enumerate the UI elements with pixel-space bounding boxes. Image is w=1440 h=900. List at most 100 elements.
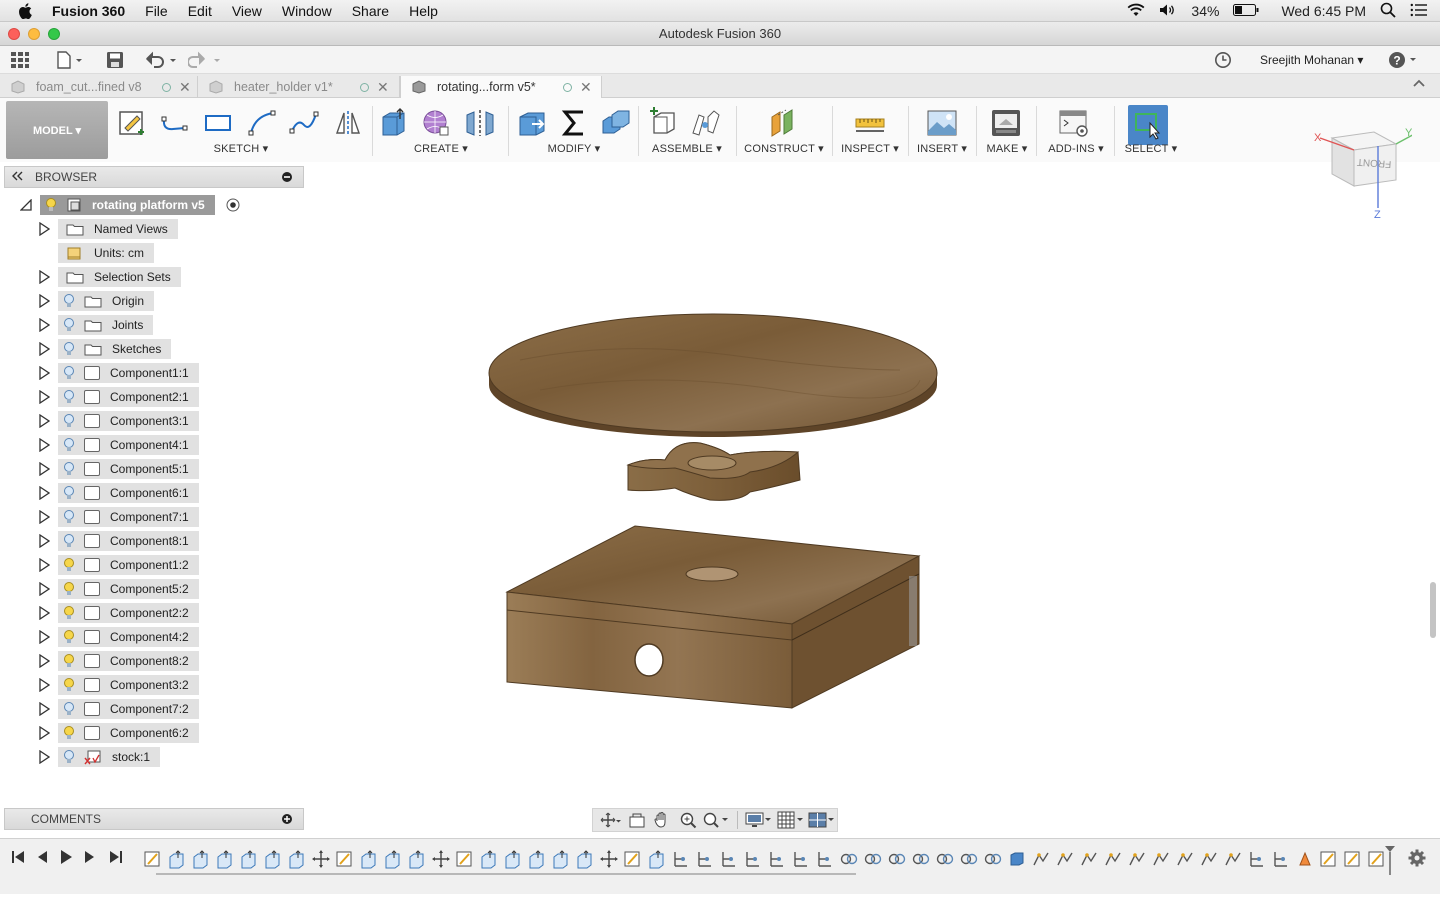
timeline-step-forward-icon[interactable] <box>82 849 98 865</box>
menu-edit[interactable]: Edit <box>188 3 212 19</box>
close-tab-icon[interactable]: ✕ <box>580 79 592 96</box>
browser-panel-header[interactable]: BROWSER <box>4 166 304 188</box>
motion-link-feature-icon[interactable] <box>1078 849 1100 869</box>
collapse-browser-icon[interactable] <box>11 170 23 184</box>
component-feature-icon[interactable] <box>1006 849 1028 869</box>
browser-node[interactable]: Component2:2 <box>58 603 199 623</box>
timeline-go-to-start-icon[interactable] <box>10 849 26 865</box>
construct-menu[interactable]: CONSTRUCT ▾ <box>740 142 828 155</box>
as-built-joint-feature-icon[interactable] <box>1294 849 1316 869</box>
pan-hand-icon[interactable] <box>650 810 674 830</box>
expand-triangle-icon[interactable] <box>38 438 50 452</box>
lightbulb-on-icon[interactable] <box>62 581 76 597</box>
grid-snap-icon[interactable] <box>776 810 806 830</box>
rigid-group-feature-icon[interactable] <box>886 849 908 869</box>
lightbulb-icon[interactable] <box>62 293 76 309</box>
rigid-group-feature-icon[interactable] <box>862 849 884 869</box>
motion-link-feature-icon[interactable] <box>1174 849 1196 869</box>
browser-node[interactable]: Component6:2 <box>58 723 199 743</box>
create-menu[interactable]: CREATE ▾ <box>376 142 506 155</box>
browser-node[interactable]: Component5:2 <box>58 579 199 599</box>
sketch-feature-icon[interactable] <box>454 849 476 869</box>
add-comment-icon[interactable] <box>281 813 293 828</box>
rigid-group-feature-icon[interactable] <box>838 849 860 869</box>
collapse-toolbar-chevron-icon[interactable] <box>1412 77 1426 92</box>
apple-icon[interactable] <box>18 1 38 21</box>
zoom-icon[interactable] <box>676 810 700 830</box>
modify-menu[interactable]: MODIFY ▾ <box>512 142 636 155</box>
insert-menu[interactable]: INSERT ▾ <box>912 142 972 155</box>
viewport-model[interactable] <box>480 300 960 720</box>
sketch-feature-icon[interactable] <box>1342 849 1364 869</box>
rigid-group-feature-icon[interactable] <box>958 849 980 869</box>
lightbulb-icon[interactable] <box>62 485 76 501</box>
extrude-feature-icon[interactable] <box>382 849 404 869</box>
browser-node[interactable]: Named Views <box>58 219 178 239</box>
fit-zoom-icon[interactable] <box>702 810 732 830</box>
lightbulb-on-icon[interactable] <box>62 653 76 669</box>
expand-triangle-icon[interactable] <box>38 630 50 644</box>
extrude-feature-icon[interactable] <box>238 849 260 869</box>
viewports-icon[interactable] <box>807 810 837 830</box>
expanded-triangle-icon[interactable] <box>20 199 32 211</box>
comments-panel-header[interactable]: COMMENTS <box>4 808 304 830</box>
joint-feature-icon[interactable] <box>1246 849 1268 869</box>
lightbulb-on-icon[interactable] <box>62 677 76 693</box>
undo-icon[interactable] <box>144 50 178 70</box>
look-at-icon[interactable] <box>625 810 649 830</box>
joint-feature-icon[interactable] <box>694 849 716 869</box>
extrude-feature-icon[interactable] <box>262 849 284 869</box>
menu-help[interactable]: Help <box>409 3 438 19</box>
expand-triangle-icon[interactable] <box>38 654 50 668</box>
line-icon[interactable] <box>158 107 190 139</box>
browser-minimize-icon[interactable] <box>281 171 293 186</box>
browser-root-node[interactable]: rotating platform v5 <box>40 195 215 215</box>
minimize-window-button[interactable] <box>28 28 40 40</box>
lightbulb-on-icon[interactable] <box>62 629 76 645</box>
joint-icon[interactable] <box>690 107 722 139</box>
lightbulb-icon[interactable] <box>62 413 76 429</box>
browser-node[interactable]: Units: cm <box>58 243 155 263</box>
document-tab-foam-cut[interactable]: foam_cut...fined v8 ✕ <box>0 76 198 98</box>
extrude-feature-icon[interactable] <box>190 849 212 869</box>
redo-icon[interactable] <box>188 50 222 70</box>
expand-triangle-icon[interactable] <box>38 390 50 404</box>
extrude-feature-icon[interactable] <box>286 849 308 869</box>
move-feature-icon[interactable] <box>430 849 452 869</box>
browser-node[interactable]: Component8:1 <box>58 531 199 551</box>
extrude-feature-icon[interactable] <box>526 849 548 869</box>
motion-link-feature-icon[interactable] <box>1054 849 1076 869</box>
motion-link-feature-icon[interactable] <box>1030 849 1052 869</box>
browser-node[interactable]: Component2:1 <box>58 387 199 407</box>
close-window-button[interactable] <box>8 28 20 40</box>
menu-window[interactable]: Window <box>282 3 332 19</box>
lightbulb-on-icon[interactable] <box>62 557 76 573</box>
lightbulb-icon[interactable] <box>62 437 76 453</box>
browser-node[interactable]: Component1:2 <box>58 555 199 575</box>
browser-node[interactable]: stock:1 <box>58 747 161 767</box>
browser-node[interactable]: Component3:1 <box>58 411 199 431</box>
rotating-disc[interactable] <box>488 313 938 437</box>
expand-triangle-icon[interactable] <box>38 558 50 572</box>
extrude-feature-icon[interactable] <box>646 849 668 869</box>
joint-feature-icon[interactable] <box>670 849 692 869</box>
lightbulb-icon[interactable] <box>62 341 76 357</box>
motion-link-feature-icon[interactable] <box>1126 849 1148 869</box>
new-component-icon[interactable] <box>648 107 680 139</box>
lightbulb-on-icon[interactable] <box>44 197 58 213</box>
lightbulb-icon[interactable] <box>62 365 76 381</box>
extrude-feature-icon[interactable] <box>478 849 500 869</box>
browser-node[interactable]: Component1:1 <box>58 363 199 383</box>
expand-triangle-icon[interactable] <box>38 750 50 764</box>
expand-triangle-icon[interactable] <box>38 318 50 332</box>
extrude-feature-icon[interactable] <box>574 849 596 869</box>
rigid-group-feature-icon[interactable] <box>910 849 932 869</box>
browser-node[interactable]: Joints <box>58 315 154 335</box>
timeline-scrollbar[interactable] <box>156 873 856 875</box>
expand-triangle-icon[interactable] <box>38 462 50 476</box>
move-feature-icon[interactable] <box>598 849 620 869</box>
lightbulb-on-icon[interactable] <box>62 725 76 741</box>
expand-triangle-icon[interactable] <box>38 534 50 548</box>
rigid-group-feature-icon[interactable] <box>934 849 956 869</box>
3d-print-icon[interactable] <box>990 107 1022 139</box>
